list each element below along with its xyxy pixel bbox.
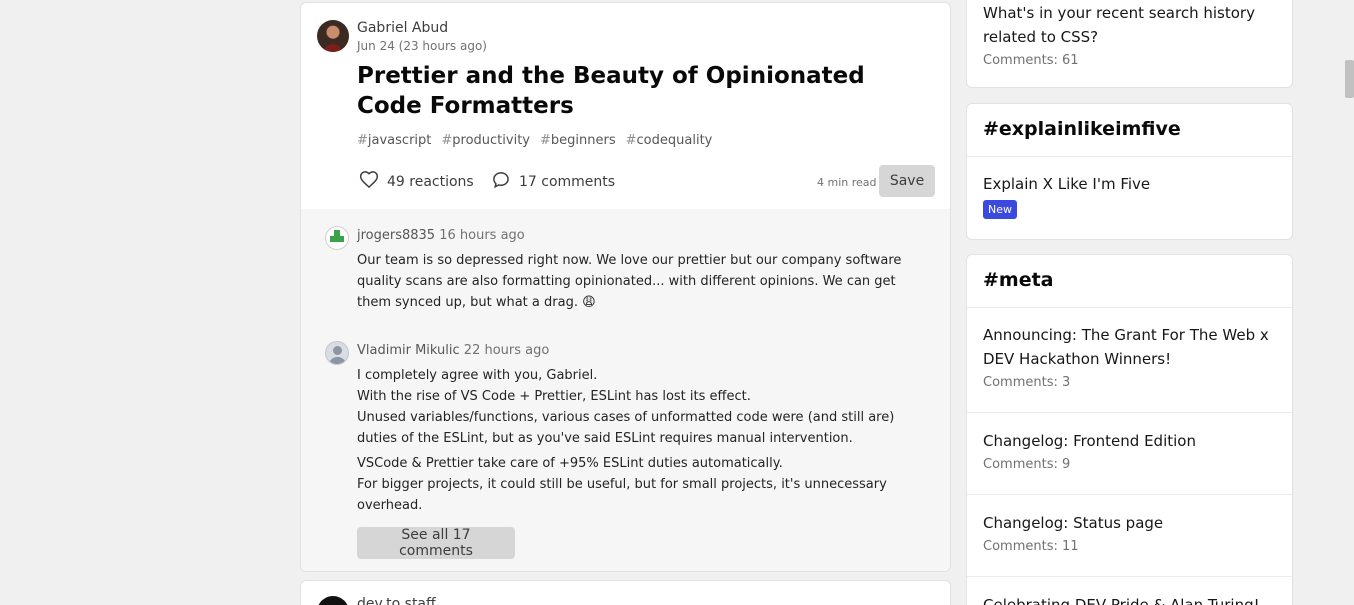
sidebar-post-item[interactable]: Changelog: Status page Comments: 11 — [983, 511, 1278, 554]
divider — [967, 156, 1292, 157]
commenter-avatar[interactable] — [325, 226, 349, 250]
commenter-avatar[interactable] — [325, 341, 349, 365]
tag-list: #javascript #productivity #beginners #co… — [357, 133, 712, 148]
divider — [967, 307, 1292, 308]
sidebar-post-item[interactable]: Celebrating DEV Pride & Alan Turing! — [983, 593, 1278, 605]
tag-beginners[interactable]: #beginners — [540, 133, 616, 148]
new-badge: New — [983, 200, 1017, 219]
commenter-name[interactable]: Vladimir Mikulic — [357, 343, 460, 358]
tag-productivity[interactable]: #productivity — [441, 133, 530, 148]
sidebar-post-title[interactable]: What's in your recent search history rel… — [983, 1, 1278, 49]
commenter-name[interactable]: jrogers8835 — [357, 228, 435, 243]
comment-preview-list: jrogers8835 16 hours ago Our team is so … — [301, 209, 950, 571]
tag-codequality[interactable]: #codequality — [626, 133, 713, 148]
comment-text: For bigger projects, it could still be u… — [357, 477, 887, 513]
sidebar-explainlikeimfive-box: #explainlikeimfive Explain X Like I'm Fi… — [966, 103, 1293, 240]
tag-javascript[interactable]: #javascript — [357, 133, 431, 148]
comment-text: VSCode & Prettier take care of +95% ESLi… — [357, 456, 783, 471]
comment-time[interactable]: 16 hours ago — [439, 228, 525, 243]
sidebar-heading[interactable]: #meta — [983, 269, 1054, 291]
sidebar-post-item[interactable]: What's in your recent search history rel… — [983, 1, 1278, 68]
sidebar-post-item[interactable]: Explain X Like I'm Five New — [983, 172, 1278, 219]
divider — [967, 576, 1292, 577]
comment-body[interactable]: I completely agree with you, Gabriel. Wi… — [357, 365, 932, 516]
see-all-comments-button[interactable]: See all 17 comments — [357, 527, 515, 559]
reactions-button[interactable]: 49 reactions — [359, 167, 474, 197]
sidebar-discuss-box: What's in your recent search history rel… — [966, 0, 1293, 88]
sidebar-post-title[interactable]: Changelog: Frontend Edition — [983, 429, 1278, 453]
author-name[interactable]: Gabriel Abud — [357, 20, 448, 36]
comments-button[interactable]: 17 comments — [491, 167, 615, 197]
comment-text: Our team is so depressed right now. We l… — [357, 253, 902, 310]
save-button[interactable]: Save — [879, 165, 935, 197]
comment-header: Vladimir Mikulic 22 hours ago — [357, 343, 549, 358]
sidebar-post-comments: Comments: 9 — [983, 457, 1071, 472]
divider — [967, 494, 1292, 495]
next-article-card[interactable]: dev.to staff — [300, 580, 951, 605]
sidebar-post-item[interactable]: Changelog: Frontend Edition Comments: 9 — [983, 429, 1278, 472]
heart-icon — [359, 170, 379, 194]
sidebar-post-title[interactable]: Announcing: The Grant For The Web x DEV … — [983, 323, 1278, 371]
comment-text: With the rise of VS Code + Prettier, ESL… — [357, 389, 751, 404]
sidebar-post-comments: Comments: 61 — [983, 53, 1079, 68]
post-title[interactable]: Prettier and the Beauty of Opinionated C… — [357, 61, 917, 121]
author-avatar[interactable] — [317, 596, 349, 605]
sidebar-meta-box: #meta Announcing: The Grant For The Web … — [966, 254, 1293, 605]
sidebar-heading[interactable]: #explainlikeimfive — [983, 118, 1181, 140]
sidebar-post-title[interactable]: Changelog: Status page — [983, 511, 1278, 535]
divider — [967, 412, 1292, 413]
comment-icon — [491, 170, 511, 194]
scrollbar-thumb[interactable] — [1345, 60, 1354, 98]
author-name[interactable]: dev.to staff — [357, 596, 436, 605]
read-time: 4 min read — [817, 176, 877, 189]
reactions-count: 49 reactions — [387, 174, 474, 190]
comments-count: 17 comments — [519, 174, 616, 190]
comment-body[interactable]: Our team is so depressed right now. We l… — [357, 250, 932, 313]
author-avatar[interactable] — [317, 20, 349, 52]
comment-text: Unused variables/functions, various case… — [357, 410, 895, 446]
page: Gabriel Abud Jun 24 (23 hours ago) Prett… — [0, 0, 1354, 605]
sidebar-post-title[interactable]: Celebrating DEV Pride & Alan Turing! — [983, 593, 1278, 605]
article-actions: 49 reactions 17 comments 4 min read Save — [357, 165, 935, 197]
sidebar-post-comments: Comments: 11 — [983, 539, 1079, 554]
sidebar-post-comments: Comments: 3 — [983, 375, 1071, 390]
article-card[interactable]: Gabriel Abud Jun 24 (23 hours ago) Prett… — [300, 2, 951, 572]
comment-text: I completely agree with you, Gabriel. — [357, 368, 598, 383]
sidebar-post-item[interactable]: Announcing: The Grant For The Web x DEV … — [983, 323, 1278, 390]
comment-time[interactable]: 22 hours ago — [464, 343, 550, 358]
comment-header: jrogers8835 16 hours ago — [357, 228, 525, 243]
post-date[interactable]: Jun 24 (23 hours ago) — [357, 39, 487, 53]
sidebar-post-title[interactable]: Explain X Like I'm Five — [983, 172, 1278, 196]
